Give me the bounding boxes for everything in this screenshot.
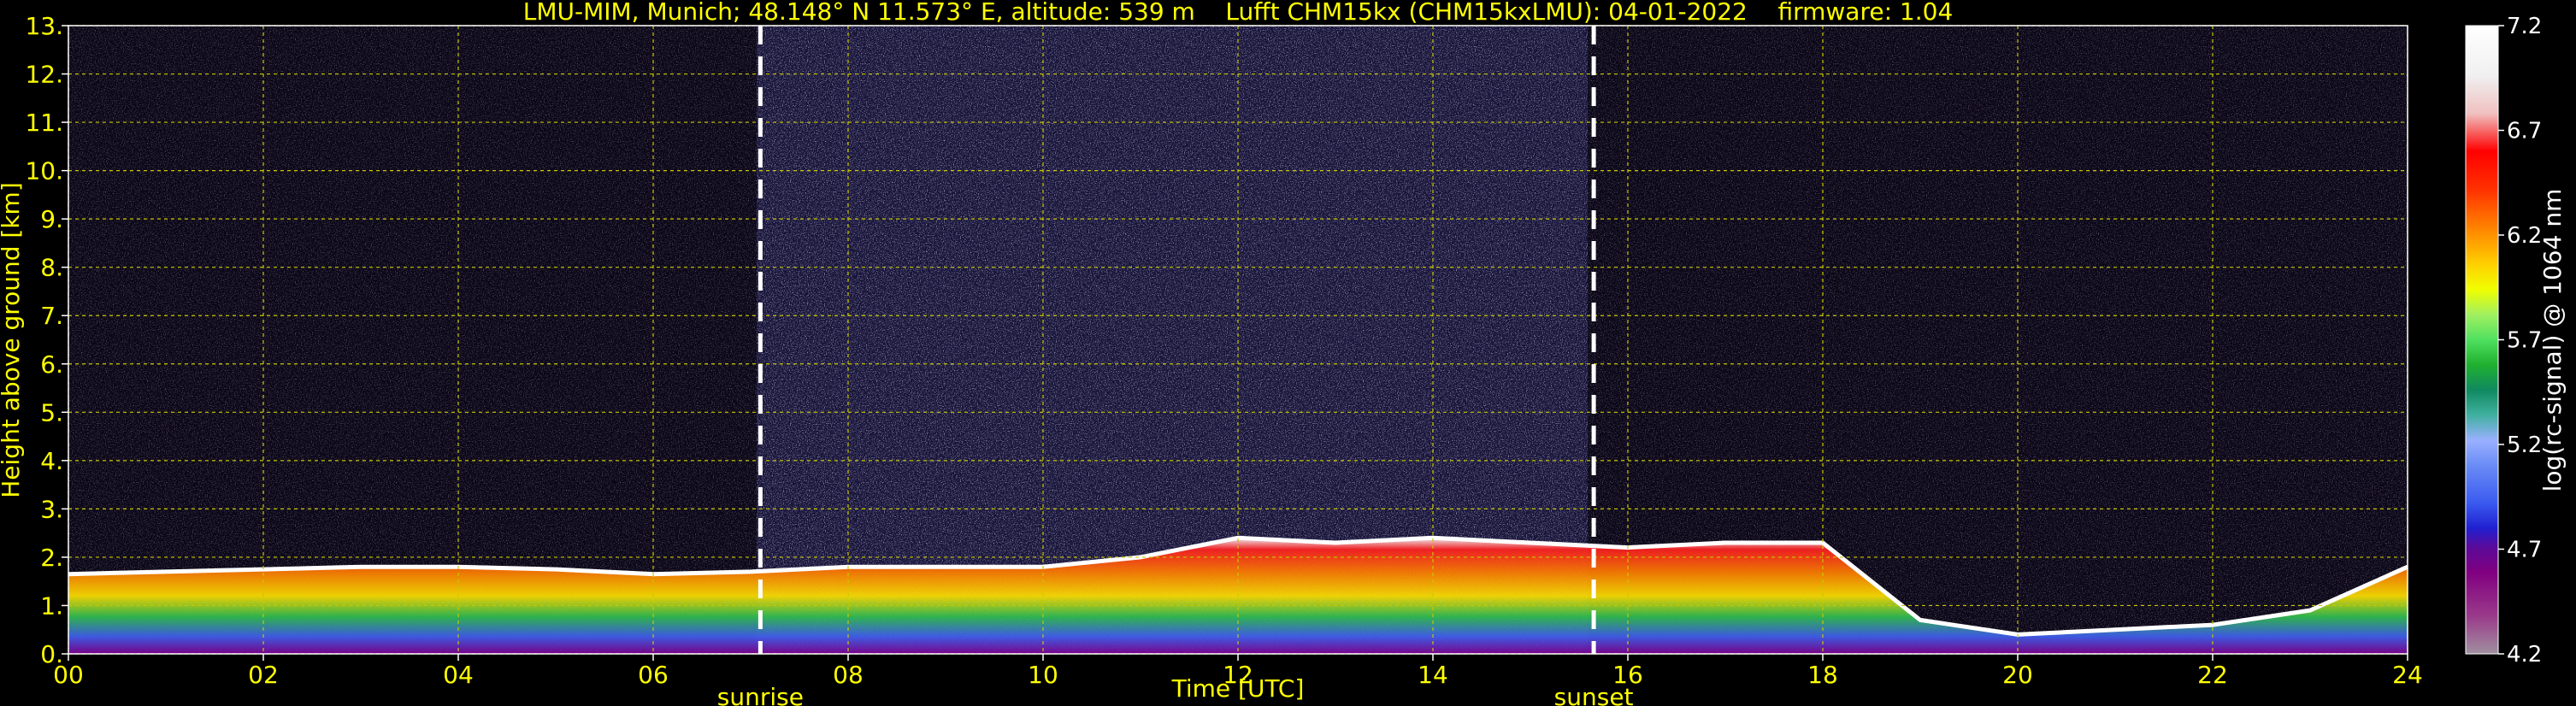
y-tick-label: 4.	[40, 447, 63, 475]
y-tick-label: 10.	[25, 157, 63, 185]
x-tick-label: 20	[2002, 661, 2033, 689]
sunrise-label: sunrise	[717, 683, 804, 706]
y-tick-label: 9.	[40, 205, 63, 233]
colorbar-label: log(rc-signal) @ 1064 nm	[2538, 189, 2567, 492]
colorbar-tick-label: 7.2	[2507, 14, 2542, 39]
y-axis-ticks: 0.1.2.3.4.5.6.7.8.9.10.11.12.13.	[25, 12, 68, 668]
x-tick-label: 24	[2392, 661, 2423, 689]
y-tick-label: 5.	[40, 398, 63, 427]
y-tick-label: 2.	[40, 544, 63, 572]
y-tick-label: 8.	[40, 254, 63, 282]
y-tick-label: 6.	[40, 350, 63, 379]
x-tick-label: 14	[1418, 661, 1448, 689]
x-tick-label: 00	[53, 661, 84, 689]
colorbar-tick-label: 5.2	[2507, 432, 2542, 458]
y-tick-label: 1.	[40, 591, 63, 620]
x-tick-label: 08	[833, 661, 864, 689]
colorbar-tick-label: 6.2	[2507, 223, 2542, 249]
colorbar	[2465, 25, 2499, 655]
y-tick-label: 7.	[40, 302, 63, 330]
ceilometer-chart: 0.1.2.3.4.5.6.7.8.9.10.11.12.13. 00 02 04 0…	[0, 0, 2567, 706]
colorbar-tick-label: 5.7	[2507, 328, 2542, 354]
x-tick-label: 06	[638, 661, 669, 689]
colorbar-ticks: 4.2 4.7 5.2 5.7 6.2 6.7 7.2	[2498, 14, 2542, 668]
y-tick-label: 3.	[40, 495, 63, 523]
x-tick-label: 02	[248, 661, 279, 689]
x-tick-label: 10	[1028, 661, 1058, 689]
colorbar-tick-label: 4.7	[2507, 538, 2542, 563]
colorbar-tick-label: 4.2	[2507, 642, 2542, 668]
chart-title: LMU-MIM, Munich; 48.148° N 11.573° E, al…	[523, 0, 1954, 26]
colorbar-tick-label: 6.7	[2507, 119, 2542, 144]
y-axis-label: Height above ground [km]	[0, 182, 25, 498]
y-tick-label: 13.	[25, 12, 63, 40]
x-tick-label: 22	[2197, 661, 2228, 689]
y-tick-label: 12.	[25, 61, 63, 89]
y-tick-label: 11.	[25, 109, 63, 137]
x-tick-label: 04	[443, 661, 474, 689]
sunset-label: sunset	[1554, 683, 1634, 706]
x-tick-label: 18	[1807, 661, 1838, 689]
x-axis-label: Time [UTC]	[1171, 674, 1305, 703]
